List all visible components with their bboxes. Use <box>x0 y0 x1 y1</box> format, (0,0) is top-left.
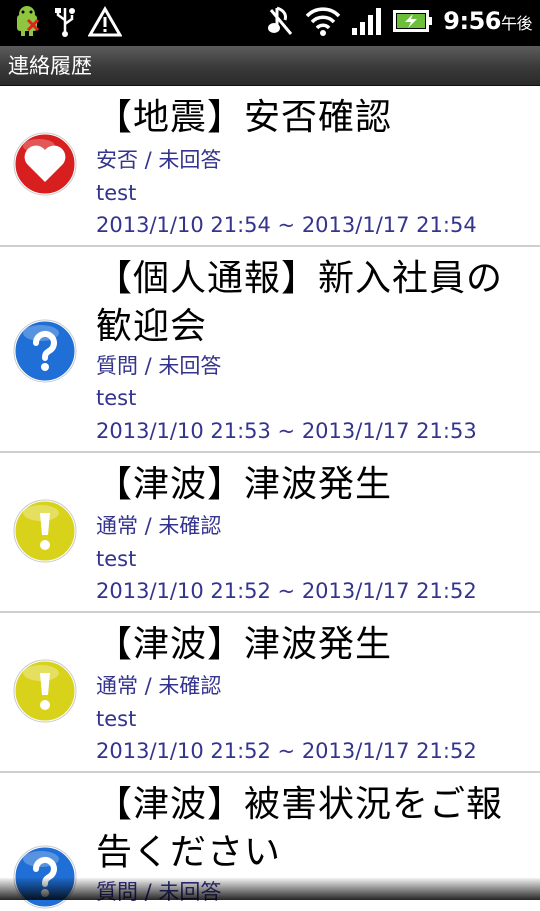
list-item[interactable]: 【津波】津波発生 通常 / 未確認 test 2013/1/10 21:52 ~… <box>0 453 540 613</box>
list-item[interactable]: 【個人通報】新入社員の歓迎会 質問 / 未回答 test 2013/1/10 2… <box>0 247 540 453</box>
item-type-status: 質問 / 未回答 <box>96 354 222 378</box>
item-title: 【津波】津波発生 <box>96 464 393 505</box>
system-icons: 9:56午後 <box>267 4 533 38</box>
notification-icons <box>12 6 122 38</box>
page-title: 連絡履歴 <box>0 46 540 86</box>
item-title: 【地震】安否確認 <box>96 97 393 138</box>
exclamation-icon <box>12 658 78 724</box>
question-icon <box>12 318 78 384</box>
mute-icon <box>268 6 293 35</box>
warning-icon <box>88 6 122 37</box>
item-body: test <box>96 181 137 205</box>
status-bar: 9:56午後 <box>0 0 540 46</box>
item-body: test <box>96 386 137 410</box>
item-type-status: 通常 / 未確認 <box>96 674 222 698</box>
item-period: 2013/1/10 21:52 ~ 2013/1/17 21:52 <box>96 739 477 763</box>
item-body: test <box>96 707 137 731</box>
android-debug-icon <box>17 6 40 36</box>
usb-icon <box>55 8 75 37</box>
item-title: 【津波】津波発生 <box>96 624 393 665</box>
wifi-icon <box>306 7 341 36</box>
question-icon <box>12 844 78 910</box>
list-item[interactable]: 【津波】津波発生 通常 / 未確認 test 2013/1/10 21:52 ~… <box>0 613 540 773</box>
item-period: 2013/1/10 21:54 ~ 2013/1/17 21:54 <box>96 213 477 237</box>
item-body: test <box>96 547 137 571</box>
signal-icon <box>352 8 382 35</box>
item-period: 2013/1/10 21:52 ~ 2013/1/17 21:52 <box>96 579 477 603</box>
exclamation-icon <box>12 498 78 564</box>
item-period: 2013/1/10 21:53 ~ 2013/1/17 21:53 <box>96 419 477 443</box>
item-type-status: 通常 / 未確認 <box>96 514 222 538</box>
heart-icon <box>12 131 78 197</box>
scroll-fade <box>0 878 540 900</box>
item-type-status: 安否 / 未回答 <box>96 148 222 172</box>
item-title: 【個人通報】新入社員の歓迎会 <box>96 258 504 347</box>
status-clock: 9:56午後 <box>443 7 532 35</box>
item-title: 【津波】被害状況をご報告ください <box>96 784 504 873</box>
list-item[interactable]: 【地震】安否確認 安否 / 未回答 test 2013/1/10 21:54 ~… <box>0 86 540 247</box>
battery-charging-icon <box>393 10 433 32</box>
